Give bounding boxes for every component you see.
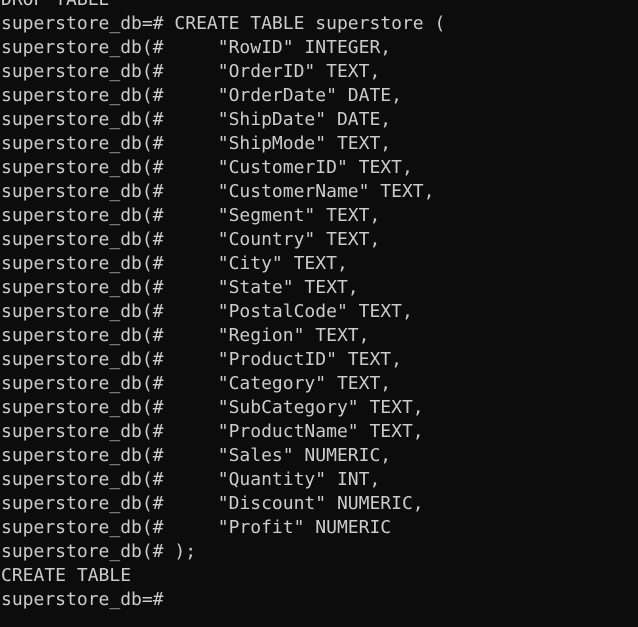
terminal-line: superstore_db(# "OrderDate" DATE,	[1, 85, 402, 106]
terminal-line: superstore_db(# "Segment" TEXT,	[1, 205, 381, 226]
terminal-line: superstore_db(# "SubCategory" TEXT,	[1, 397, 424, 418]
terminal-line: superstore_db(# "ShipDate" DATE,	[1, 109, 392, 130]
terminal-line: CREATE TABLE	[1, 565, 132, 586]
terminal-line: superstore_db(# "Quantity" INT,	[1, 469, 381, 490]
terminal-line: superstore_db(# "Country" TEXT,	[1, 229, 381, 250]
terminal-window[interactable]: DROP TABLE superstore_db=# CREATE TABLE …	[0, 0, 638, 627]
terminal-prompt-line[interactable]: superstore_db=#	[1, 588, 445, 612]
terminal-line: superstore_db(# "Sales" NUMERIC,	[1, 445, 392, 466]
terminal-line: superstore_db(# "OrderID" TEXT,	[1, 61, 381, 82]
terminal-line: superstore_db(# "Category" TEXT,	[1, 373, 392, 394]
terminal-line: superstore_db(# "ShipMode" TEXT,	[1, 133, 392, 154]
terminal-line: superstore_db(# "CustomerID" TEXT,	[1, 157, 413, 178]
terminal-line: superstore_db(# "State" TEXT,	[1, 277, 359, 298]
terminal-line: superstore_db(# "CustomerName" TEXT,	[1, 181, 435, 202]
terminal-line: DROP TABLE	[1, 0, 445, 12]
terminal-line: superstore_db(# "ProductName" TEXT,	[1, 421, 424, 442]
terminal-line: superstore_db(# "Discount" NUMERIC,	[1, 493, 424, 514]
terminal-line: superstore_db=# CREATE TABLE superstore …	[1, 13, 446, 34]
terminal-line: superstore_db(# "PostalCode" TEXT,	[1, 301, 413, 322]
terminal-output: DROP TABLE superstore_db=# CREATE TABLE …	[1, 0, 445, 612]
terminal-line: superstore_db(# "City" TEXT,	[1, 253, 348, 274]
terminal-line: superstore_db(# "ProductID" TEXT,	[1, 349, 402, 370]
terminal-line: superstore_db(# );	[1, 541, 197, 562]
terminal-line: superstore_db(# "Region" TEXT,	[1, 325, 370, 346]
terminal-line: superstore_db(# "RowID" INTEGER,	[1, 37, 392, 58]
terminal-line: superstore_db(# "Profit" NUMERIC	[1, 517, 392, 538]
